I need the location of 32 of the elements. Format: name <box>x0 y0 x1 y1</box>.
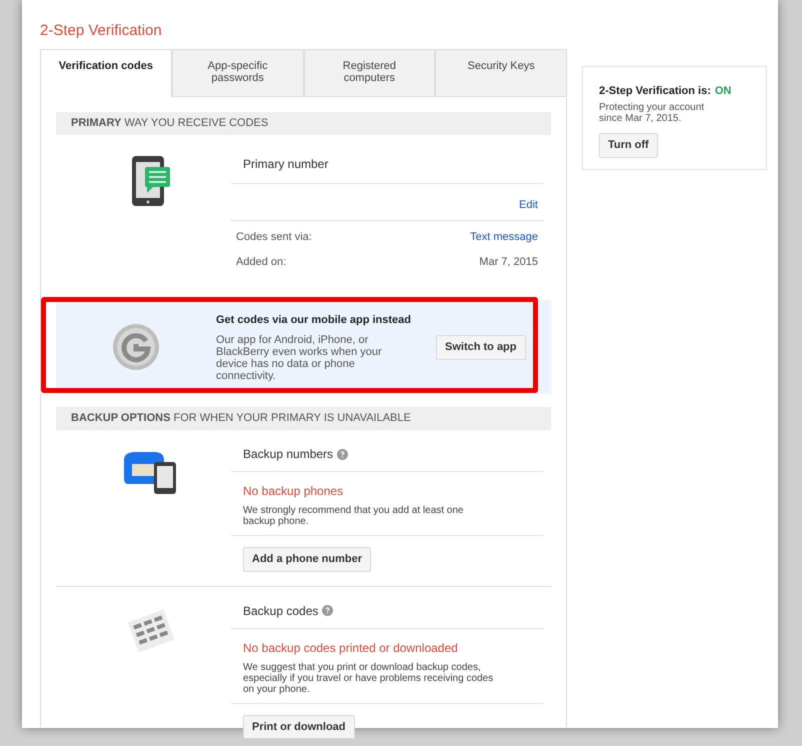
promo-title: Get codes via our mobile app instead <box>216 313 412 328</box>
action-button[interactable]: Add a phone number <box>243 547 371 572</box>
status-value: ON <box>714 84 732 98</box>
detail-label: Added on: <box>236 254 286 270</box>
promo-text: Our app for Android, iPhone, or BlackBerry even works when your device has no data or phone connectivity. <box>216 334 383 382</box>
help-icon[interactable] <box>322 605 334 616</box>
authenticator-icon <box>112 323 160 371</box>
advice-text: We strongly recommend that you add at least one backup phone. <box>243 505 464 527</box>
row-label: Primary number <box>231 154 544 184</box>
warning-text: No backup phones <box>243 483 344 500</box>
detail-link[interactable]: Text message <box>470 229 538 246</box>
status-label: 2-Step Verification is: <box>599 84 711 98</box>
tab[interactable]: Security Keys <box>435 48 567 96</box>
tab[interactable]: App-specific passwords <box>172 48 304 96</box>
advice-text: We suggest that you print or download backup codes, especially if you travel or have problems receiving codes on your phone. <box>243 662 494 694</box>
page-title: 2-Step Verification <box>40 21 163 41</box>
row-label: Backup numbers <box>243 446 334 463</box>
tab[interactable]: Verification codes <box>40 48 172 96</box>
help-icon[interactable] <box>337 448 348 460</box>
status-text: Protecting your account since Mar 7, 2015. <box>599 102 706 124</box>
phone-message-icon <box>131 154 171 206</box>
turn-off-button[interactable]: Turn off <box>599 133 658 158</box>
detail-value: Mar 7, 2015 <box>479 254 538 270</box>
row-label: Backup codes <box>243 602 318 620</box>
tab[interactable]: Registered computers <box>304 48 436 96</box>
detail-label: Codes sent via: <box>236 230 312 245</box>
section-header: PRIMARY WAY YOU RECEIVE CODES <box>56 112 551 134</box>
edit-link[interactable]: Edit <box>519 196 538 213</box>
section-header: BACKUP OPTIONS FOR WHEN YOUR PRIMARY IS UNAVAILABLE <box>56 407 551 430</box>
warning-text: No backup codes printed or downloaded <box>243 640 459 656</box>
switch-to-app-button[interactable]: Switch to app <box>436 335 526 360</box>
action-button[interactable]: Print or download <box>243 714 354 739</box>
